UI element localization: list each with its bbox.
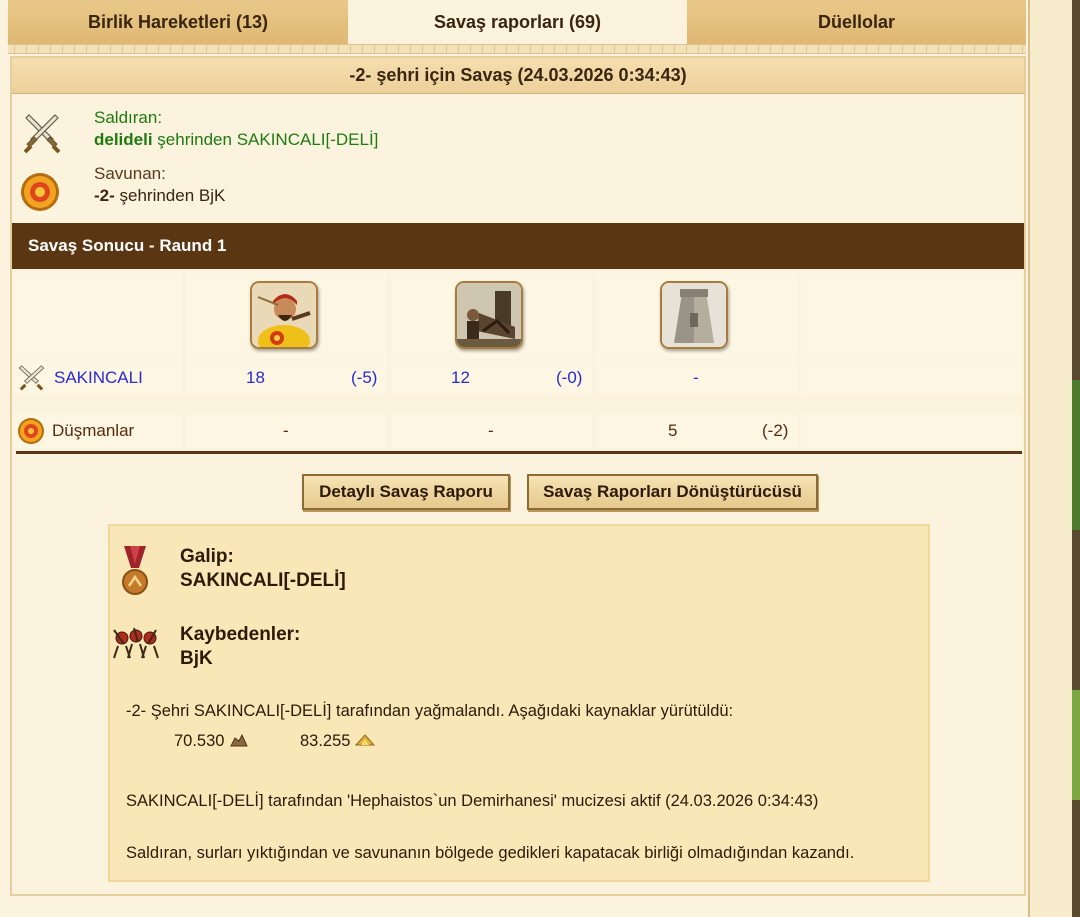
shield-icon bbox=[18, 418, 44, 444]
tab-unit-movements[interactable]: Birlik Hareketleri (13) bbox=[8, 0, 348, 44]
unit-count-cell bbox=[801, 361, 1022, 395]
attacker-origin: delideli şehrinden SAKINCALI[-DELİ] bbox=[94, 130, 378, 150]
defender-origin: -2- şehrinden BjK bbox=[94, 186, 225, 206]
gold-value: 83.255 bbox=[300, 732, 351, 750]
unit-loss: (-2) bbox=[762, 421, 789, 440]
losers-label: Kaybedenler: bbox=[180, 624, 301, 645]
medal-icon bbox=[122, 546, 148, 595]
defender-city[interactable]: -2- bbox=[94, 186, 115, 205]
unit-count: - bbox=[488, 421, 494, 440]
map-foliage bbox=[1072, 690, 1080, 800]
defender-label: Savunan: bbox=[94, 164, 166, 183]
unit-count-cell bbox=[801, 414, 1022, 448]
wonder-message: SAKINCALI[-DELİ] tarafından 'Hephaistos`… bbox=[126, 792, 819, 810]
attacker-label: Saldıran: bbox=[94, 108, 163, 127]
unit-count: - bbox=[283, 421, 289, 440]
unit-header-warrior bbox=[186, 273, 387, 359]
attacker-unit-row: SAKINCALI 18 (-5) 12 (-0) - bbox=[12, 361, 1024, 395]
shield-icon bbox=[21, 173, 59, 211]
winner-label: Galip: bbox=[180, 546, 234, 567]
row-label: SAKINCALI bbox=[14, 361, 182, 395]
unit-header-tower bbox=[596, 273, 797, 359]
decorative-border bbox=[8, 44, 1026, 54]
unit-count-cell: - bbox=[596, 361, 797, 395]
side-edge bbox=[1072, 0, 1080, 917]
unit-loss: (-0) bbox=[556, 368, 583, 387]
stone-amount: 70.530 bbox=[174, 732, 249, 751]
unit-count-cell: 18 (-5) bbox=[186, 361, 387, 395]
detailed-report-button[interactable]: Detaylı Savaş Raporu bbox=[302, 474, 510, 510]
crossed-swords-icon bbox=[18, 365, 45, 391]
stone-value: 70.530 bbox=[174, 732, 225, 750]
outcome-message: Saldıran, surları yıktığından ve savunan… bbox=[126, 844, 855, 862]
unit-count-cell: 12 (-0) bbox=[391, 361, 592, 395]
report-title: -2- şehri için Savaş (24.03.2026 0:34:43… bbox=[12, 58, 1024, 94]
divider bbox=[16, 451, 1022, 454]
unit-count: 12 bbox=[451, 368, 470, 387]
gold-icon bbox=[354, 734, 376, 746]
attacker-city[interactable]: delideli bbox=[94, 130, 153, 149]
attacker-player-link[interactable]: SAKINCALI bbox=[54, 368, 143, 388]
tab-duels[interactable]: Düellolar bbox=[687, 0, 1026, 44]
fallen-army-icon bbox=[113, 627, 159, 659]
battle-report-panel: -2- şehri için Savaş (24.03.2026 0:34:43… bbox=[10, 56, 1026, 896]
unit-count: - bbox=[693, 368, 699, 387]
round-header: Savaş Sonucu - Raund 1 bbox=[12, 223, 1024, 269]
unit-header-empty bbox=[14, 273, 182, 359]
battle-result: Galip: SAKINCALI[-DELİ] Kaybedenler: BjK… bbox=[108, 524, 930, 882]
report-converter-button[interactable]: Savaş Raporları Dönüştürücüsü bbox=[527, 474, 818, 510]
unit-count-cell: - bbox=[186, 414, 387, 448]
plunder-message: -2- Şehri SAKINCALI[-DELİ] tarafından ya… bbox=[126, 702, 734, 720]
map-foliage bbox=[1072, 380, 1080, 530]
unit-count-cell: 5 (-2) bbox=[596, 414, 797, 448]
unit-count: 5 bbox=[668, 421, 678, 440]
gold-amount: 83.255 bbox=[300, 732, 376, 751]
winner-name[interactable]: SAKINCALI[-DELİ] bbox=[180, 570, 346, 592]
unit-count: 18 bbox=[246, 368, 265, 387]
warrior-unit-icon[interactable] bbox=[250, 281, 318, 349]
enemies-label: Düşmanlar bbox=[52, 421, 135, 440]
side-panel-strip bbox=[1028, 0, 1080, 917]
catapult-unit-icon[interactable] bbox=[455, 281, 523, 349]
defender-unit-row: Düşmanlar - - 5 (-2) bbox=[12, 414, 1024, 448]
loser-name[interactable]: BjK bbox=[180, 648, 213, 670]
unit-count-cell: - bbox=[391, 414, 592, 448]
tab-battle-reports[interactable]: Savaş raporları (69) bbox=[350, 0, 685, 44]
attacker-info: Saldıran: delideli şehrinden SAKINCALI[-… bbox=[12, 106, 612, 162]
tower-unit-icon[interactable] bbox=[660, 281, 728, 349]
unit-loss: (-5) bbox=[351, 368, 378, 387]
defender-info: Savunan: -2- şehrinden BjK bbox=[12, 162, 612, 218]
crossed-swords-icon bbox=[23, 114, 61, 154]
defender-player[interactable]: şehrinden BjK bbox=[115, 186, 226, 205]
stone-icon bbox=[230, 733, 248, 747]
unit-header-catapult bbox=[391, 273, 592, 359]
unit-header-empty bbox=[801, 273, 1022, 359]
attacker-player[interactable]: şehrinden SAKINCALI[-DELİ] bbox=[153, 130, 378, 149]
report-tabs: Birlik Hareketleri (13) Savaş raporları … bbox=[8, 0, 1026, 44]
row-label: Düşmanlar bbox=[14, 414, 182, 448]
